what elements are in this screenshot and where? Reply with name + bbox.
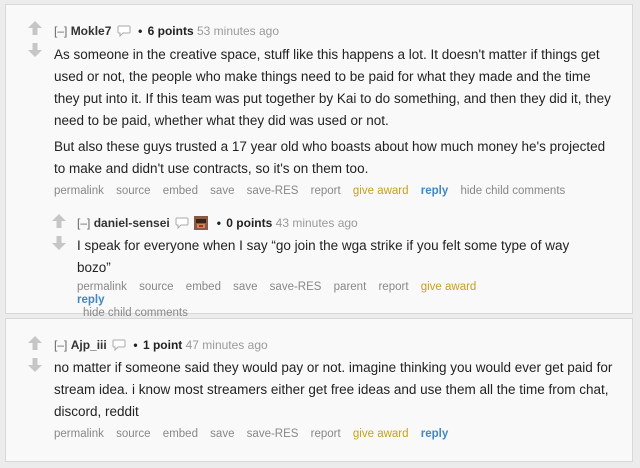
reply-link[interactable]: reply bbox=[77, 294, 105, 306]
separator-dot: • bbox=[133, 338, 138, 352]
comment-paragraph: I speak for everyone when I say “go join… bbox=[77, 238, 570, 275]
comment-tagline: [–] Ajp_iii • 1 point 47 minutes ago bbox=[54, 337, 616, 353]
comment-score: 6 points bbox=[147, 24, 194, 38]
vote-column bbox=[51, 213, 67, 251]
comment-actions: permalink source embed save save-RES rep… bbox=[54, 426, 616, 442]
comment-tagline: [–] Mokle7 • 6 points 53 minutes ago bbox=[54, 23, 614, 39]
vote-column bbox=[27, 20, 43, 58]
comment-paragraph: But also these guys trusted a 17 year ol… bbox=[54, 139, 606, 176]
permalink-link[interactable]: permalink bbox=[77, 281, 127, 293]
embed-link[interactable]: embed bbox=[163, 428, 198, 440]
save-res-link[interactable]: save-RES bbox=[247, 428, 299, 440]
embed-link[interactable]: embed bbox=[163, 185, 198, 197]
save-link[interactable]: save bbox=[210, 428, 234, 440]
separator-dot: • bbox=[216, 216, 221, 230]
save-link[interactable]: save bbox=[210, 185, 234, 197]
child-comment: [–] daniel-sensei • 0 points 43 minutes … bbox=[77, 215, 597, 320]
comment-thread-card: [–] Mokle7 • 6 points 53 minutes ago As … bbox=[5, 4, 633, 319]
permalink-link[interactable]: permalink bbox=[54, 185, 104, 197]
speech-bubble-icon bbox=[112, 339, 126, 351]
speech-bubble-icon bbox=[175, 217, 189, 229]
give-award-link[interactable]: give award bbox=[421, 281, 477, 293]
hide-child-comments-link[interactable]: hide child comments bbox=[460, 185, 565, 197]
vote-column bbox=[27, 335, 43, 373]
source-link[interactable]: source bbox=[139, 281, 174, 293]
reply-link[interactable]: reply bbox=[421, 428, 449, 440]
comment-body: As someone in the creative space, stuff … bbox=[54, 44, 614, 180]
comment-score: 1 point bbox=[142, 338, 183, 352]
give-award-link[interactable]: give award bbox=[353, 185, 409, 197]
comment-score: 0 points bbox=[226, 216, 273, 230]
speech-bubble-icon bbox=[117, 25, 131, 37]
save-res-link[interactable]: save-RES bbox=[270, 281, 322, 293]
comment-timestamp: 47 minutes ago bbox=[185, 338, 268, 352]
comment: [–] Mokle7 • 6 points 53 minutes ago As … bbox=[54, 23, 614, 199]
upvote-icon[interactable] bbox=[27, 335, 43, 351]
upvote-icon[interactable] bbox=[51, 213, 67, 229]
comment-paragraph: no matter if someone said they would pay… bbox=[54, 360, 613, 419]
embed-link[interactable]: embed bbox=[186, 281, 221, 293]
separator-dot: • bbox=[138, 24, 143, 38]
comment-actions: permalink source embed save save-RES rep… bbox=[54, 183, 614, 199]
downvote-icon[interactable] bbox=[27, 42, 43, 58]
comment-body: I speak for everyone when I say “go join… bbox=[77, 235, 597, 279]
author-link[interactable]: Ajp_iii bbox=[71, 338, 107, 352]
reply-link[interactable]: reply bbox=[421, 185, 449, 197]
report-link[interactable]: report bbox=[311, 185, 341, 197]
author-link[interactable]: Mokle7 bbox=[71, 24, 112, 38]
collapse-toggle[interactable]: [–] bbox=[54, 24, 67, 38]
report-link[interactable]: report bbox=[378, 281, 408, 293]
save-res-link[interactable]: save-RES bbox=[247, 185, 299, 197]
permalink-link[interactable]: permalink bbox=[54, 428, 104, 440]
comment-timestamp: 43 minutes ago bbox=[275, 216, 358, 230]
parent-link[interactable]: parent bbox=[334, 281, 367, 293]
save-link[interactable]: save bbox=[233, 281, 257, 293]
comment-tagline: [–] daniel-sensei • 0 points 43 minutes … bbox=[77, 215, 597, 231]
downvote-icon[interactable] bbox=[27, 357, 43, 373]
author-link[interactable]: daniel-sensei bbox=[94, 216, 170, 230]
comment-paragraph: As someone in the creative space, stuff … bbox=[54, 47, 611, 128]
upvote-icon[interactable] bbox=[27, 20, 43, 36]
comment-timestamp: 53 minutes ago bbox=[196, 24, 280, 38]
comment-thread-card: [–] Ajp_iii • 1 point 47 minutes ago no … bbox=[5, 318, 633, 462]
comment-body: no matter if someone said they would pay… bbox=[54, 357, 616, 423]
user-flair-icon bbox=[194, 216, 209, 230]
downvote-icon[interactable] bbox=[51, 235, 67, 251]
source-link[interactable]: source bbox=[116, 428, 151, 440]
source-link[interactable]: source bbox=[116, 185, 151, 197]
comment: [–] Ajp_iii • 1 point 47 minutes ago no … bbox=[54, 337, 616, 442]
comment-actions: permalink source embed save save-RES par… bbox=[77, 281, 507, 320]
report-link[interactable]: report bbox=[311, 428, 341, 440]
give-award-link[interactable]: give award bbox=[353, 428, 409, 440]
collapse-toggle[interactable]: [–] bbox=[54, 338, 67, 352]
collapse-toggle[interactable]: [–] bbox=[77, 216, 90, 230]
